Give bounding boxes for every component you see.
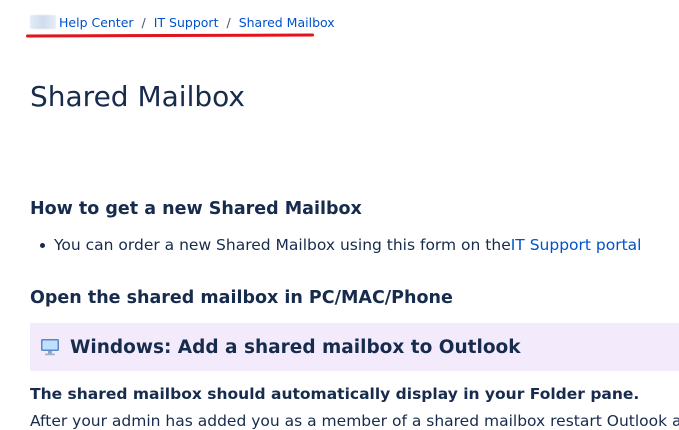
panel-title: Windows: Add a shared mailbox to Outlook	[70, 336, 521, 358]
bullet-text: You can order a new Shared Mailbox using…	[54, 236, 511, 254]
breadcrumb-it-support-link[interactable]: IT Support	[154, 15, 219, 30]
section-heading-open-mailbox: Open the shared mailbox in PC/MAC/Phone	[30, 288, 453, 308]
section-heading-get-mailbox: How to get a new Shared Mailbox	[30, 199, 362, 219]
breadcrumb-help-center-link[interactable]: Help Center	[59, 15, 134, 30]
page-title: Shared Mailbox	[30, 80, 245, 113]
folder-pane-note: The shared mailbox should automatically …	[30, 385, 640, 403]
breadcrumb-separator: /	[141, 14, 146, 30]
instruction-paragraph: After your admin has added you as a memb…	[30, 412, 679, 430]
breadcrumb-separator: /	[226, 14, 231, 30]
bullet-dot	[40, 242, 45, 248]
breadcrumb-shared-mailbox-link[interactable]: Shared Mailbox	[239, 15, 335, 30]
computer-monitor-icon	[41, 339, 59, 356]
red-underline-annotation	[25, 33, 315, 38]
it-support-portal-link[interactable]: IT Support portal	[511, 236, 642, 254]
list-item: You can order a new Shared Mailbox using…	[40, 236, 641, 254]
windows-instructions-panel: Windows: Add a shared mailbox to Outlook	[30, 323, 679, 371]
blurred-breadcrumb-item	[30, 15, 56, 29]
breadcrumb: Help Center / IT Support / Shared Mailbo…	[30, 13, 335, 31]
